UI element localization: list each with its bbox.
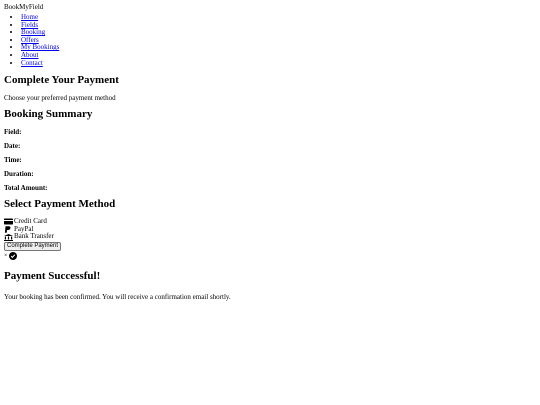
- page-subtitle: Choose your preferred payment method: [4, 94, 116, 103]
- nav-item-about: About: [21, 51, 536, 60]
- close-icon[interactable]: ×: [4, 252, 7, 260]
- summary-field-label: Field:: [4, 128, 22, 137]
- summary-duration-label: Duration:: [4, 170, 34, 179]
- payment-method-heading: Select Payment Method: [4, 198, 116, 211]
- payment-method-paypal[interactable]: PayPal: [4, 225, 536, 234]
- nav-item-booking: Booking: [21, 28, 536, 37]
- success-message: Your booking has been confirmed. You wil…: [4, 292, 231, 301]
- complete-payment-button[interactable]: Complete Payment: [4, 241, 62, 251]
- payment-method-bank-transfer[interactable]: Bank Transfer: [4, 233, 536, 241]
- summary-date-label: Date:: [4, 142, 21, 151]
- page: BookMyField Home Fields Booking Offers M…: [0, 0, 540, 405]
- nav-item-offers: Offers: [21, 36, 536, 45]
- check-circle-icon: [9, 251, 18, 260]
- paypal-icon: [4, 226, 13, 233]
- summary-time-label: Time:: [4, 156, 22, 165]
- nav-item-home: Home: [21, 13, 536, 22]
- nav-item-fields: Fields: [21, 21, 536, 30]
- summary-total-label: Total Amount:: [4, 184, 48, 193]
- success-title: Payment Successful!: [4, 269, 101, 282]
- bank-icon: [4, 233, 13, 241]
- booking-summary-heading: Booking Summary: [4, 108, 93, 121]
- payment-method-credit-card[interactable]: Credit Card: [4, 218, 536, 226]
- nav-link-contact[interactable]: Contact: [21, 59, 43, 67]
- success-modal-header: ×: [4, 251, 536, 260]
- nav-item-contact: Contact: [21, 59, 536, 68]
- main-nav: Home Fields Booking Offers My Bookings A…: [4, 13, 536, 68]
- payment-method-label: Bank Transfer: [14, 232, 54, 241]
- page-title: Complete Your Payment: [4, 74, 119, 87]
- logo: BookMyField: [4, 3, 44, 11]
- nav-item-my-bookings: My Bookings: [21, 44, 536, 52]
- credit-card-icon: [4, 218, 13, 225]
